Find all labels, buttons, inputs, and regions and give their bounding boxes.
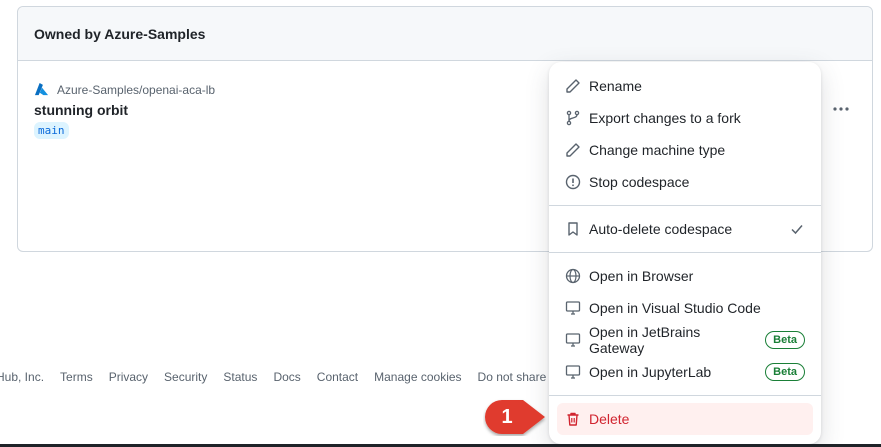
menu-label: Open in Browser (589, 268, 694, 284)
menu-item-stop[interactable]: Stop codespace (557, 166, 813, 198)
footer-terms-link[interactable]: Terms (60, 370, 93, 384)
globe-icon (565, 268, 581, 284)
step-callout-number: 1 (501, 405, 513, 428)
menu-label: Open in Visual Studio Code (589, 300, 761, 316)
desktop-icon (565, 364, 581, 380)
footer-security-link[interactable]: Security (164, 370, 207, 384)
beta-badge: Beta (765, 363, 805, 381)
pencil-icon (565, 142, 581, 158)
menu-label: Auto-delete codespace (589, 221, 733, 237)
codespace-actions-menu: Rename Export changes to a fork Change m… (549, 62, 821, 444)
menu-item-delete[interactable]: Delete (557, 403, 813, 435)
menu-label: Stop codespace (589, 174, 690, 190)
codespace-name[interactable]: stunning orbit (34, 102, 128, 118)
trash-icon (565, 411, 581, 427)
menu-item-open-jetbrains[interactable]: Open in JetBrains Gateway Beta (557, 324, 813, 356)
footer-contact-link[interactable]: Contact (317, 370, 358, 384)
repo-line: Azure-Samples/openai-aca-lb (34, 82, 215, 97)
menu-item-open-jupyter[interactable]: Open in JupyterLab Beta (557, 356, 813, 388)
desktop-icon (565, 300, 581, 316)
menu-divider (549, 395, 821, 396)
stop-alert-icon (565, 174, 581, 190)
menu-label: Open in JetBrains Gateway (589, 324, 701, 356)
menu-label: Open in JupyterLab (589, 364, 712, 380)
footer-docs-link[interactable]: Docs (273, 370, 300, 384)
more-actions-button[interactable] (830, 101, 852, 117)
menu-label: Rename (589, 78, 642, 94)
footer-status-link[interactable]: Status (223, 370, 257, 384)
menu-label: Change machine type (589, 142, 726, 158)
menu-divider (549, 252, 821, 253)
git-fork-icon (565, 110, 581, 126)
footer-links: Hub, Inc. Terms Privacy Security Status … (0, 370, 566, 384)
desktop-icon (565, 332, 581, 348)
menu-label: Export changes to a fork (589, 110, 741, 126)
menu-item-rename[interactable]: Rename (557, 70, 813, 102)
menu-label: Delete (589, 411, 630, 427)
kebab-horizontal-icon (833, 107, 849, 111)
repo-link[interactable]: Azure-Samples/openai-aca-lb (57, 83, 215, 97)
owner-heading: Owned by Azure-Samples (34, 25, 206, 42)
check-icon (789, 221, 805, 237)
menu-divider (549, 205, 821, 206)
branch-badge: main (34, 122, 69, 139)
menu-item-open-browser[interactable]: Open in Browser (557, 260, 813, 292)
panel-header: Owned by Azure-Samples (18, 7, 872, 61)
menu-item-export-fork[interactable]: Export changes to a fork (557, 102, 813, 134)
menu-item-open-vscode[interactable]: Open in Visual Studio Code (557, 292, 813, 324)
menu-item-change-machine[interactable]: Change machine type (557, 134, 813, 166)
footer-copyright: Hub, Inc. (0, 370, 45, 384)
beta-badge: Beta (765, 331, 805, 349)
menu-item-auto-delete[interactable]: Auto-delete codespace (557, 213, 813, 245)
pencil-icon (565, 78, 581, 94)
azure-logo-icon (34, 82, 49, 96)
bookmark-icon (565, 221, 581, 237)
footer-manage-cookies-link[interactable]: Manage cookies (374, 370, 461, 384)
footer-privacy-link[interactable]: Privacy (109, 370, 148, 384)
